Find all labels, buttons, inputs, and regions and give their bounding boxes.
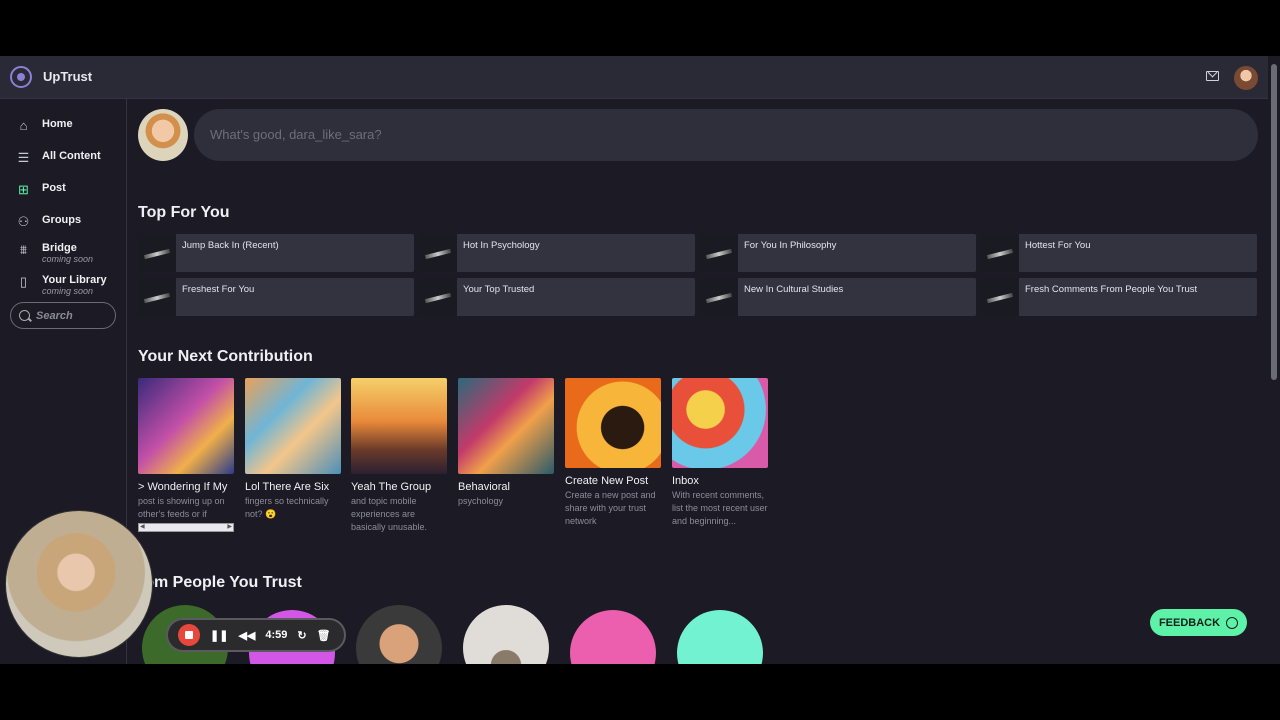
contribution-title: Create New Post: [565, 475, 649, 487]
section-title-next-contribution: Your Next Contribution: [138, 348, 313, 365]
sidebar-item-title: Your Library: [42, 274, 107, 286]
contribution-title: Lol There Are Six: [245, 481, 330, 493]
sidebar-item-label: Home: [42, 118, 73, 130]
search-placeholder: Search: [36, 309, 73, 322]
book-icon: ▯: [19, 274, 28, 289]
contribution-desc: Create a new post and share with your tr…: [565, 490, 656, 526]
contribution-image: [565, 378, 661, 468]
feed-card-label: New In Cultural Studies: [744, 284, 844, 295]
bridge-icon: ⩩: [20, 242, 27, 257]
plus-square-icon: ⊞: [18, 182, 29, 197]
feed-thumbnail: [981, 278, 1019, 316]
feed-card-label: Freshest For You: [182, 284, 255, 295]
section-title-top-for-you: Top For You: [138, 204, 230, 221]
contribution-title: > Wondering If My: [138, 481, 228, 493]
search-icon: [19, 310, 30, 321]
sidebar-item-post[interactable]: ⊞ Post: [16, 182, 66, 197]
sidebar-item-label: Your Library coming soon: [42, 274, 107, 296]
contribution-card[interactable]: Create New Post Create a new post and sh…: [565, 378, 661, 528]
contribution-title: Behavioral: [458, 481, 510, 493]
feed-card[interactable]: Jump Back In (Recent): [138, 234, 414, 272]
groups-icon: ⚇: [17, 214, 30, 229]
feed-card[interactable]: Freshest For You: [138, 278, 414, 316]
contribution-desc: post is showing up on other's feeds or i…: [138, 496, 225, 519]
feedback-label: FEEDBACK: [1158, 616, 1221, 629]
feed-card[interactable]: For You In Philosophy: [700, 234, 976, 272]
feed-card[interactable]: New In Cultural Studies: [700, 278, 976, 316]
horizontal-scrollbar[interactable]: [138, 523, 234, 532]
feed-card-label: For You In Philosophy: [744, 240, 837, 251]
vertical-scrollbar[interactable]: [1268, 56, 1280, 664]
contribution-title: Yeah The Group: [351, 481, 432, 493]
feed-card[interactable]: Fresh Comments From People You Trust: [981, 278, 1257, 316]
contribution-desc: With recent comments, list the most rece…: [672, 490, 768, 526]
recording-timer: 4:59: [265, 629, 288, 641]
feed-card[interactable]: Hottest For You: [981, 234, 1257, 272]
sidebar-item-label: Groups: [42, 214, 82, 226]
contribution-image: [672, 378, 768, 468]
uptrust-logo-icon[interactable]: [10, 66, 32, 88]
sidebar-item-library[interactable]: ▯ Your Library coming soon: [16, 274, 107, 296]
contribution-desc: fingers so technically not? 😮: [245, 496, 329, 519]
app-window: UpTrust ⌂ Home ☰ All Content ⊞ Post ⚇ Gr…: [0, 56, 1280, 664]
recording-controls: ❚❚ ◀◀ 4:59 ↻ 🗑: [166, 618, 346, 652]
sidebar-item-title: Bridge: [42, 242, 77, 254]
sidebar-item-groups[interactable]: ⚇ Groups: [16, 214, 81, 229]
composer-avatar[interactable]: [138, 109, 188, 161]
sidebar-item-label: Post: [42, 182, 66, 194]
pause-icon[interactable]: ❚❚: [210, 629, 228, 642]
feed-thumbnail: [981, 234, 1019, 272]
post-composer-input[interactable]: What's good, dara_like_sara?: [194, 109, 1258, 161]
coming-soon-note: coming soon: [42, 286, 94, 296]
feed-thumbnail: [138, 278, 176, 316]
chat-icon: [1226, 616, 1239, 629]
contribution-card[interactable]: Yeah The Group and topic mobile experien…: [351, 378, 447, 534]
top-bar: UpTrust: [0, 56, 1268, 99]
coming-soon-note: coming soon: [42, 254, 94, 264]
section-title-from-people-you-trust: rom People You Trust: [138, 574, 302, 591]
contribution-image: [245, 378, 341, 474]
home-icon: ⌂: [19, 118, 28, 133]
feedback-button[interactable]: FEEDBACK: [1150, 609, 1247, 636]
trash-icon[interactable]: 🗑: [317, 629, 331, 642]
feed-thumbnail: [700, 278, 738, 316]
contribution-image: [351, 378, 447, 474]
list-icon: ☰: [17, 150, 30, 165]
webcam-overlay: [5, 510, 153, 658]
contribution-card[interactable]: Behavioral psychology: [458, 378, 554, 508]
contribution-title: Inbox: [672, 475, 699, 487]
restart-icon[interactable]: ↻: [297, 629, 306, 642]
contribution-card[interactable]: Lol There Are Six fingers so technically…: [245, 378, 341, 521]
scroll-thumb[interactable]: [1271, 64, 1277, 380]
contribution-image: [138, 378, 234, 474]
contribution-desc: and topic mobile experiences are basical…: [351, 496, 428, 532]
sidebar-item-label: All Content: [42, 150, 101, 162]
contribution-image: [458, 378, 554, 474]
feed-thumbnail: [419, 278, 457, 316]
feed-card-label: Jump Back In (Recent): [182, 240, 279, 251]
user-avatar[interactable]: [1234, 66, 1258, 90]
feed-card-label: Your Top Trusted: [463, 284, 535, 295]
feed-thumbnail: [419, 234, 457, 272]
feed-card[interactable]: Hot In Psychology: [419, 234, 695, 272]
feed-card-label: Hottest For You: [1025, 240, 1091, 251]
contribution-card[interactable]: Inbox With recent comments, list the mos…: [672, 378, 768, 528]
contribution-desc: psychology: [458, 496, 504, 506]
stop-recording-button[interactable]: [178, 624, 200, 646]
feed-thumbnail: [700, 234, 738, 272]
feed-card[interactable]: Your Top Trusted: [419, 278, 695, 316]
rewind-icon[interactable]: ◀◀: [238, 629, 255, 642]
search-input[interactable]: Search: [10, 302, 116, 329]
mail-icon[interactable]: [1206, 71, 1219, 81]
feed-card-label: Fresh Comments From People You Trust: [1025, 284, 1198, 295]
app-title[interactable]: UpTrust: [43, 69, 92, 84]
contribution-card[interactable]: > Wondering If My post is showing up on …: [138, 378, 234, 532]
feed-card-label: Hot In Psychology: [463, 240, 540, 251]
sidebar-item-home[interactable]: ⌂ Home: [16, 118, 73, 133]
sidebar-item-bridge[interactable]: ⩩ Bridge coming soon: [16, 242, 93, 264]
main-content: What's good, dara_like_sara? Top For You…: [138, 99, 1258, 664]
sidebar-item-label: Bridge coming soon: [42, 242, 93, 264]
feed-thumbnail: [138, 234, 176, 272]
sidebar-item-all-content[interactable]: ☰ All Content: [16, 150, 101, 165]
